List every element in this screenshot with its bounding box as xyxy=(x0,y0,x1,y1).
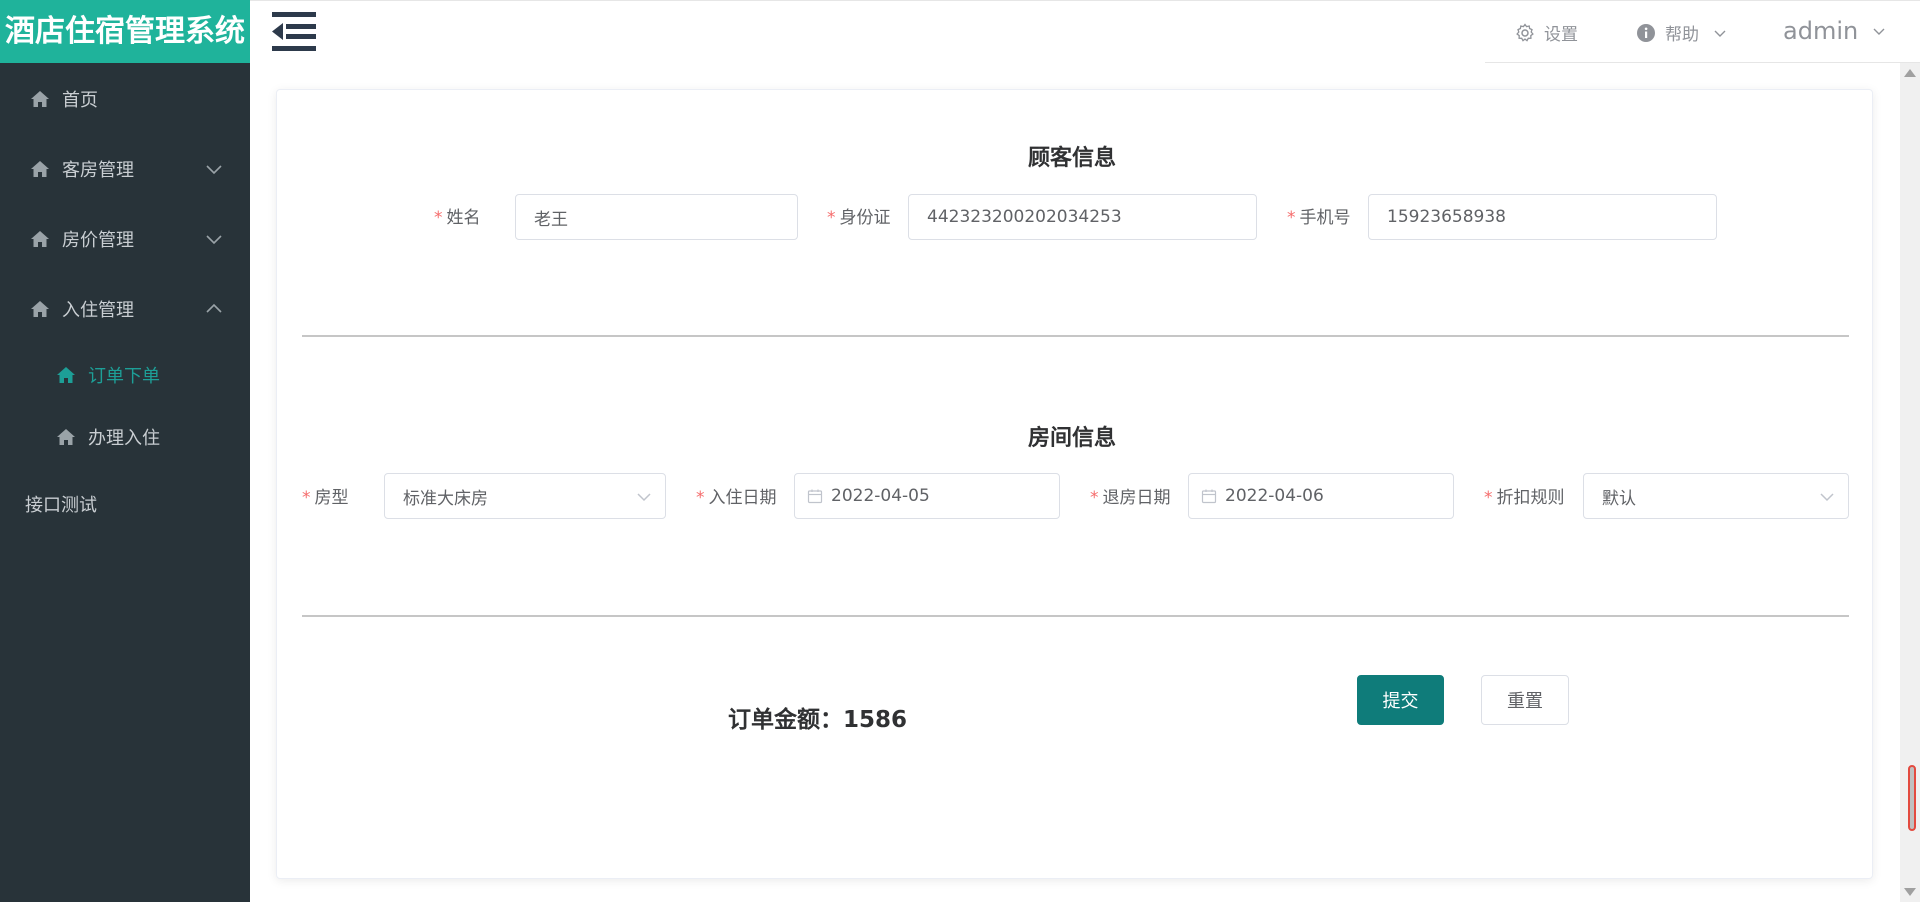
sidebar-item-label: 订单下单 xyxy=(88,366,160,387)
sidebar-item-room-management[interactable]: 客房管理 xyxy=(0,147,250,191)
sidebar-item-home[interactable]: 首页 xyxy=(0,77,250,121)
checkin-date-picker[interactable]: 2022-04-05 xyxy=(794,473,1060,519)
help-menu[interactable]: 帮助 xyxy=(1636,20,1727,45)
name-label: * 姓名 xyxy=(434,208,481,228)
chevron-up-icon xyxy=(204,299,224,319)
id-card-input[interactable]: 442323200202034253 xyxy=(908,194,1257,240)
home-icon xyxy=(56,366,76,384)
sidebar-item-price-management[interactable]: 房价管理 xyxy=(0,217,250,261)
order-total-value: 1586 xyxy=(843,707,908,733)
gear-icon xyxy=(1515,22,1535,43)
order-total: 订单金额：1586 xyxy=(728,700,907,734)
sidebar-item-label: 房价管理 xyxy=(62,230,134,251)
calendar-icon xyxy=(807,488,823,504)
chevron-down-icon xyxy=(635,488,653,506)
home-icon xyxy=(30,90,50,108)
sidebar-item-check-in[interactable]: 办理入住 xyxy=(0,415,250,459)
user-name: admin xyxy=(1783,17,1859,45)
calendar-icon xyxy=(1201,488,1217,504)
order-total-label: 订单金额： xyxy=(728,707,843,733)
reset-button[interactable]: 重置 xyxy=(1481,675,1569,725)
home-icon xyxy=(30,160,50,178)
chevron-down-icon xyxy=(204,229,224,249)
scrollbar-thumb[interactable] xyxy=(1908,765,1916,831)
user-menu[interactable]: admin xyxy=(1783,17,1886,45)
home-icon xyxy=(30,230,50,248)
settings-link[interactable]: 设置 xyxy=(1515,20,1578,45)
chevron-down-icon xyxy=(1872,24,1886,38)
section-divider xyxy=(302,335,1849,337)
menu-collapse-icon[interactable] xyxy=(270,10,318,52)
phone-label: * 手机号 xyxy=(1287,208,1351,228)
customer-section-title: 顾客信息 xyxy=(1028,146,1117,171)
sidebar-item-label: 首页 xyxy=(62,90,98,111)
room-type-label: * 房型 xyxy=(302,488,349,508)
sidebar-item-label: 办理入住 xyxy=(88,428,160,449)
discount-rule-select[interactable]: 默认 xyxy=(1583,473,1849,519)
sidebar-item-label: 客房管理 xyxy=(62,160,134,181)
page-scrollbar[interactable] xyxy=(1900,63,1920,902)
help-label: 帮助 xyxy=(1665,25,1699,45)
app-logo-title: 酒店住宿管理系统 xyxy=(0,0,250,63)
sidebar-item-checkin-management[interactable]: 入住管理 xyxy=(0,287,250,331)
id-card-label: * 身份证 xyxy=(827,208,891,228)
info-icon xyxy=(1636,23,1656,43)
order-form-card: 顾客信息 * 姓名 老王 * 身份证 442323200202034253 * 手机号… xyxy=(276,89,1873,879)
sidebar-item-api-test[interactable]: 接口测试 xyxy=(0,482,250,526)
submit-button[interactable]: 提交 xyxy=(1357,675,1444,725)
checkout-date-picker[interactable]: 2022-04-06 xyxy=(1188,473,1454,519)
chevron-down-icon xyxy=(1818,488,1836,506)
checkout-date-label: * 退房日期 xyxy=(1090,488,1171,508)
home-icon xyxy=(30,300,50,318)
sidebar: 酒店住宿管理系统 首页 客房管理 房价管理 入住管理 订单下单 办理入住 接口测… xyxy=(0,0,250,902)
header-actions: 设置 帮助 admin xyxy=(1485,0,1920,63)
discount-rule-label: * 折扣规则 xyxy=(1484,488,1565,508)
name-input[interactable]: 老王 xyxy=(515,194,798,240)
scroll-up-arrow-icon[interactable] xyxy=(1904,69,1916,77)
home-icon xyxy=(56,428,76,446)
settings-label: 设置 xyxy=(1544,25,1578,45)
room-section-title: 房间信息 xyxy=(1028,426,1117,451)
sidebar-item-label: 接口测试 xyxy=(25,495,97,516)
room-type-select[interactable]: 标准大床房 xyxy=(384,473,666,519)
section-divider xyxy=(302,615,1849,617)
scroll-down-arrow-icon[interactable] xyxy=(1904,888,1916,896)
sidebar-item-label: 入住管理 xyxy=(62,300,134,321)
phone-input[interactable]: 15923658938 xyxy=(1368,194,1717,240)
chevron-down-icon xyxy=(1713,26,1727,40)
sidebar-item-place-order[interactable]: 订单下单 xyxy=(0,353,250,397)
checkin-date-label: * 入住日期 xyxy=(696,488,777,508)
chevron-down-icon xyxy=(204,159,224,179)
